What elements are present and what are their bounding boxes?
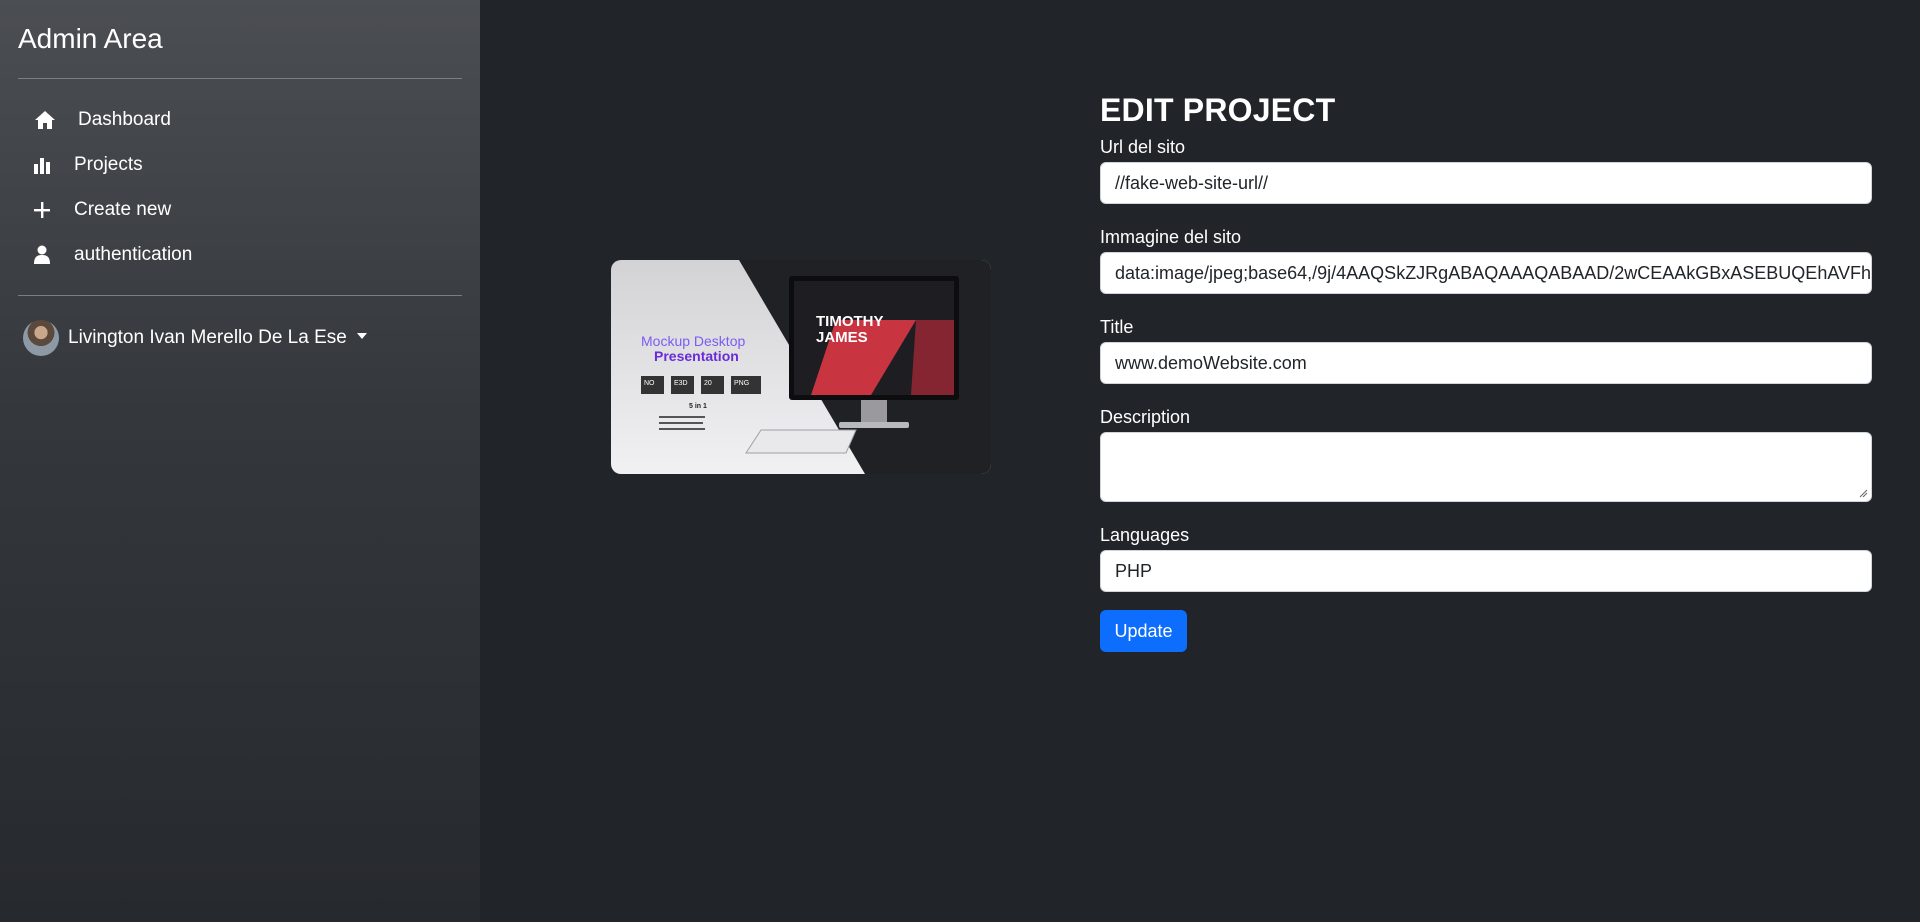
sidebar-item-label: Create new: [74, 198, 172, 220]
sidebar-item-projects[interactable]: Projects: [18, 142, 462, 187]
resize-grip-icon[interactable]: [1858, 488, 1868, 498]
title-label: Title: [1100, 317, 1134, 337]
sidebar: Admin Area Dashboard Projects Create new…: [0, 0, 480, 922]
edit-project-form: EDIT PROJECT Url del sito //fake-web-sit…: [1100, 88, 1872, 652]
user-dropdown[interactable]: Livington Ivan Merello De La Ese: [18, 320, 462, 356]
url-label: Url del sito: [1100, 137, 1186, 157]
sidebar-item-label: Dashboard: [78, 108, 171, 130]
user-name: Livington Ivan Merello De La Ese: [68, 327, 347, 348]
preview-headline-1: Mockup Desktop: [641, 333, 745, 349]
avatar: [23, 320, 59, 356]
page-title: EDIT PROJECT: [1100, 92, 1336, 128]
preview-badge: PNG: [734, 380, 749, 387]
preview-screen-name-1: TIMOTHY: [816, 313, 884, 330]
sidebar-item-create-new[interactable]: Create new: [18, 187, 462, 232]
url-input[interactable]: //fake-web-site-url//: [1100, 162, 1872, 204]
bar-chart-icon: [34, 154, 60, 176]
plus-icon: [34, 199, 60, 221]
preview-headline-2: Presentation: [654, 348, 739, 364]
image-input[interactable]: data:image/jpeg;base64,/9j/4AAQSkZJRgABA…: [1100, 252, 1872, 294]
image-label: Immagine del sito: [1100, 227, 1242, 247]
sidebar-nav: Dashboard Projects Create new authentica…: [18, 79, 462, 296]
languages-input[interactable]: PHP: [1100, 550, 1872, 592]
sidebar-item-dashboard[interactable]: Dashboard: [18, 97, 462, 142]
caret-down-icon: [356, 333, 367, 339]
brand-title[interactable]: Admin Area: [18, 18, 462, 79]
preview-screen-name-2: JAMES: [816, 329, 868, 346]
preview-badge: 20: [704, 380, 712, 387]
sidebar-item-authentication[interactable]: authentication: [18, 232, 462, 277]
title-input[interactable]: www.demoWebsite.com: [1100, 342, 1872, 384]
description-label: Description: [1100, 407, 1191, 427]
preview-sub: 5 in 1: [689, 403, 707, 410]
update-button[interactable]: Update: [1100, 610, 1187, 652]
user-icon: [34, 244, 60, 266]
project-preview-image: TIMOTHY JAMES Mockup Desktop Presentatio…: [611, 260, 991, 474]
preview-badge: NO: [644, 380, 655, 387]
sidebar-item-label: authentication: [74, 243, 193, 265]
languages-label: Languages: [1100, 525, 1190, 545]
preview-badge: E3D: [674, 380, 688, 387]
home-icon: [34, 109, 60, 131]
description-textarea[interactable]: [1100, 432, 1872, 502]
sidebar-item-label: Projects: [74, 153, 143, 175]
